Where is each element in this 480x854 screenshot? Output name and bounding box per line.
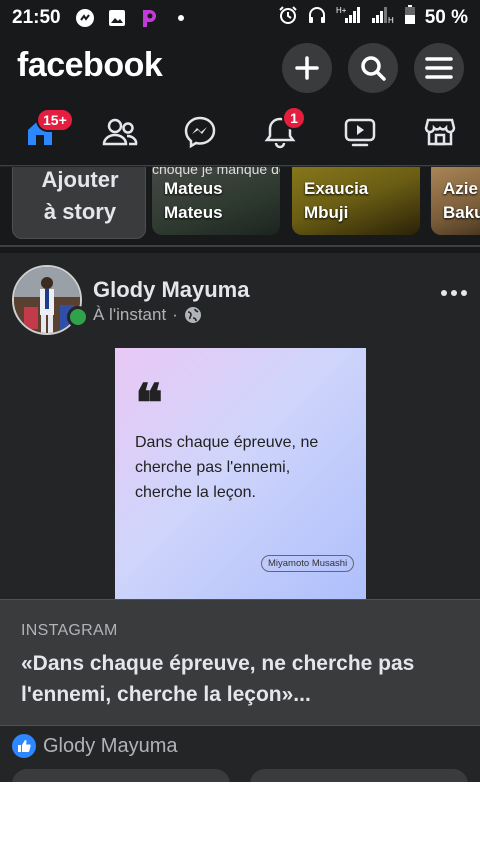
search-icon — [361, 56, 386, 81]
battery-percent: 50 % — [424, 7, 468, 28]
nav-friends[interactable] — [98, 112, 142, 152]
more-dot-icon — [451, 290, 457, 296]
action-pill-right[interactable] — [250, 769, 468, 782]
picsart-icon — [139, 8, 159, 28]
notifications-badge: 1 — [282, 106, 306, 130]
post-options-button[interactable] — [436, 281, 472, 305]
online-status-dot — [67, 306, 89, 328]
headphones-icon — [307, 5, 327, 31]
nav-messenger[interactable] — [178, 112, 222, 152]
signal-h-plus-icon: H+ — [336, 5, 362, 31]
story-author-name: Azie Baku — [443, 177, 480, 225]
quote-text: Dans chaque épreuve, ne cherche pas l'en… — [135, 434, 319, 501]
story-card[interactable]: choqué je manque de mot mob Mateus Mateu… — [152, 167, 280, 235]
more-dot-icon — [461, 290, 467, 296]
globe-icon — [184, 307, 201, 323]
post-author[interactable]: Glody Mayuma — [93, 277, 249, 303]
messenger-icon — [184, 116, 216, 149]
nav-watch[interactable] — [338, 112, 382, 152]
chat-icon — [75, 8, 95, 28]
create-button[interactable] — [282, 43, 332, 93]
feed-separator — [0, 245, 480, 253]
svg-text:H+: H+ — [336, 6, 347, 15]
bottom-blank-area — [0, 782, 480, 854]
add-story-line1: Ajouter — [41, 167, 119, 192]
facebook-logo: facebook — [17, 46, 163, 84]
add-story-line2: à story — [43, 199, 117, 224]
svg-text:H: H — [388, 16, 394, 25]
more-dot-icon — [441, 290, 447, 296]
plus-icon — [295, 56, 319, 80]
story-name-line1: Azie — [443, 179, 478, 198]
dot-icon — [171, 8, 191, 28]
like-icon — [12, 734, 36, 758]
store-icon — [424, 118, 456, 146]
menu-button[interactable] — [414, 43, 464, 93]
post-timestamp[interactable]: À l'instant — [93, 305, 166, 325]
battery-icon — [404, 5, 416, 31]
stories-tray: Ajouter à story choqué je manque de mot … — [0, 167, 480, 245]
search-button[interactable] — [348, 43, 398, 93]
main-navigation: 15+ 1 — [0, 100, 480, 166]
action-pill-left[interactable] — [12, 769, 230, 782]
story-name-line1: Exaucia — [304, 179, 369, 198]
story-name-line1: Mateus — [164, 179, 223, 198]
nav-notifications[interactable]: 1 — [258, 106, 306, 152]
menu-icon — [425, 57, 453, 79]
reaction-names: Glody Mayuma — [43, 734, 178, 757]
post-quote-image[interactable]: ❝ Dans chaque épreuve, ne cherche pas l'… — [115, 348, 366, 600]
nav-marketplace[interactable] — [418, 112, 462, 152]
quote-author-tag: Miyamoto Musashi — [261, 555, 355, 572]
quote-mark-icon: ❝ — [135, 373, 163, 434]
video-icon — [344, 118, 376, 147]
home-badge: 15+ — [36, 108, 74, 132]
feed-post: Glody Mayuma À l'instant · ❝ Dans chaque… — [0, 253, 480, 782]
add-story-label: Ajouter à story — [13, 167, 147, 228]
reactions-summary[interactable]: Glody Mayuma — [12, 734, 178, 758]
link-title: «Dans chaque épreuve, ne cherche pas l'e… — [21, 652, 415, 706]
meta-separator: · — [172, 305, 178, 324]
story-name-line2: Baku — [443, 203, 480, 222]
story-name-line2: Mbuji — [304, 203, 349, 222]
story-author-name: Exaucia Mbuji — [304, 177, 368, 225]
story-name-line2: Mateus — [164, 203, 223, 222]
app-header: facebook — [0, 36, 480, 100]
story-author-name: Mateus Mateus — [164, 177, 223, 225]
story-card[interactable]: Exaucia Mbuji — [292, 167, 420, 235]
friends-icon — [102, 118, 138, 146]
signal-h-icon: H — [371, 5, 395, 31]
status-bar: 21:50 H+ H 50 % — [0, 0, 480, 36]
nav-home[interactable]: 15+ — [18, 108, 74, 152]
story-overlay-text: choqué je manque de mot mob — [152, 167, 280, 177]
post-meta: À l'instant · — [93, 305, 202, 325]
facebook-app-screen: 21:50 H+ H 50 % facebook 15+ 1 Ajouter à… — [0, 0, 480, 782]
link-source: INSTAGRAM — [21, 622, 118, 639]
add-story-card[interactable]: Ajouter à story — [12, 167, 146, 239]
image-icon — [107, 8, 127, 28]
story-card[interactable]: Azie Baku — [431, 167, 480, 235]
alarm-icon — [278, 5, 298, 31]
status-time: 21:50 — [12, 7, 61, 28]
link-preview[interactable]: INSTAGRAM «Dans chaque épreuve, ne cherc… — [0, 599, 480, 726]
